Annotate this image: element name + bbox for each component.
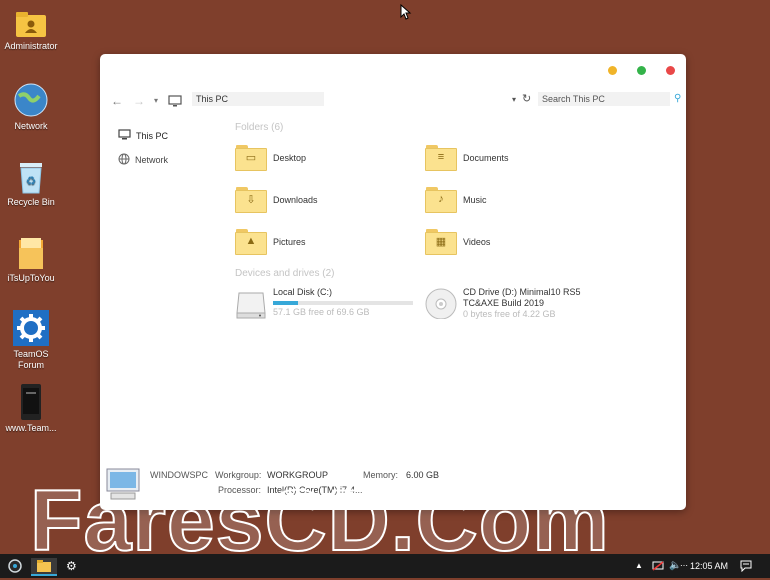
folders-section-header: Folders (6) <box>235 122 284 133</box>
documents-folder-icon: ≡ <box>425 145 457 171</box>
desktop-icon-network[interactable]: Network <box>0 82 64 132</box>
drive-free-space: 0 bytes free of 4.22 GB <box>463 309 556 319</box>
forward-arrow-icon[interactable]: → <box>133 94 145 108</box>
maximize-button[interactable] <box>637 66 646 75</box>
drive-local-disk-c[interactable]: Local Disk (C:) 57.1 GB free of 69.6 GB <box>235 287 413 321</box>
phone-shortcut-icon <box>20 384 42 420</box>
folder-desktop[interactable]: ▭ Desktop <box>235 145 306 171</box>
start-button[interactable] <box>7 558 23 574</box>
downloads-folder-icon: ⇩ <box>235 187 267 213</box>
taskbar-clock[interactable]: 12:05 AM <box>690 558 728 574</box>
folder-music[interactable]: ♪ Music <box>425 187 487 213</box>
network-status-icon[interactable] <box>652 558 664 574</box>
desktop-icon-administrator[interactable]: Administrator <box>0 10 64 52</box>
videos-folder-icon: ▦ <box>425 229 457 255</box>
desktop-icon-label: Recycle Bin <box>7 197 55 207</box>
folder-label: Downloads <box>273 195 318 205</box>
folder-label: Videos <box>463 237 491 247</box>
sidebar-item-label: Network <box>135 155 169 165</box>
desktop-icon-label: Administrator <box>4 41 58 51</box>
desktop-icon-recycle-bin[interactable]: ♻ Recycle Bin <box>0 160 64 208</box>
folder-pictures[interactable]: ▲ Pictures <box>235 229 306 255</box>
file-explorer-window[interactable]: ← → ▾ This PC ▾ ↻ Search This PC ⚲ This … <box>100 54 686 510</box>
cd-drive-icon <box>425 287 457 321</box>
drive-cd-d[interactable]: CD Drive (D:) Minimal10 RS5 TC&AXE Build… <box>425 287 581 321</box>
refresh-icon[interactable]: ↻ <box>522 92 531 105</box>
drive-free-space: 57.1 GB free of 69.6 GB <box>273 307 370 317</box>
network-globe-icon <box>13 82 49 118</box>
user-folder-icon <box>14 10 48 38</box>
gear-shortcut-icon <box>13 310 49 346</box>
svg-text:♻: ♻ <box>26 174 37 188</box>
watermark-text: FaresCD.Com <box>29 472 610 570</box>
folder-label: Pictures <box>273 237 306 247</box>
recent-locations-chevron-icon[interactable]: ▾ <box>154 96 158 105</box>
ime-indicator[interactable]: ⋯ <box>680 558 688 574</box>
sidebar-item-this-pc[interactable]: This PC <box>118 129 168 142</box>
desktop-folder-icon: ▭ <box>235 145 267 171</box>
drive-usage-fill <box>273 301 299 305</box>
mouse-pointer-icon <box>400 3 412 25</box>
back-arrow-icon[interactable]: ← <box>111 94 123 108</box>
folder-label: Documents <box>463 153 509 163</box>
sidebar-item-label: This PC <box>136 130 169 141</box>
desktop-icon-itsuptoyou[interactable]: iTsUpToYou <box>0 236 64 284</box>
desktop-icon-label: iTsUpToYou <box>7 273 55 283</box>
action-center-icon[interactable] <box>740 558 752 574</box>
desktop-icon-www-team[interactable]: www.Team... <box>0 384 64 434</box>
search-input[interactable]: Search This PC <box>538 92 670 106</box>
search-icon[interactable]: ⚲ <box>674 93 681 104</box>
search-placeholder: Search This PC <box>542 94 605 104</box>
computer-icon <box>168 94 182 112</box>
folder-downloads[interactable]: ⇩ Downloads <box>235 187 318 213</box>
desktop-icon-label: Network <box>14 121 48 131</box>
drive-label-line2: TC&AXE Build 2019 <box>463 298 545 308</box>
address-bar[interactable]: This PC <box>192 92 324 106</box>
breadcrumb-this-pc[interactable]: This PC <box>196 94 228 104</box>
desktop-icon-label: TeamOS Forum <box>13 349 49 370</box>
network-globe-icon <box>118 153 130 167</box>
recycle-bin-icon: ♻ <box>17 160 45 194</box>
folder-icon <box>17 236 45 270</box>
pictures-folder-icon: ▲ <box>235 229 267 255</box>
hard-drive-icon <box>235 287 267 321</box>
drive-label: Local Disk (C:) <box>273 287 333 297</box>
notification-chevron-icon[interactable]: ▲ <box>635 558 643 574</box>
folder-videos[interactable]: ▦ Videos <box>425 229 490 255</box>
folder-label: Desktop <box>273 153 307 163</box>
desktop-icon-label: www.Team... <box>5 423 57 433</box>
drive-usage-bar <box>273 301 413 305</box>
minimize-button[interactable] <box>608 66 617 75</box>
drive-label: CD Drive (D:) Minimal10 RS5 <box>463 287 581 297</box>
drives-section-header: Devices and drives (2) <box>235 268 335 279</box>
address-dropdown-icon[interactable]: ▾ <box>512 95 516 104</box>
folder-label: Music <box>463 195 487 205</box>
music-folder-icon: ♪ <box>425 187 457 213</box>
folder-documents[interactable]: ≡ Documents <box>425 145 509 171</box>
close-button[interactable] <box>666 66 675 75</box>
sidebar-item-network[interactable]: Network <box>118 153 168 167</box>
desktop-icon-teamos-forum[interactable]: TeamOS Forum <box>0 310 64 371</box>
computer-icon <box>118 129 131 142</box>
